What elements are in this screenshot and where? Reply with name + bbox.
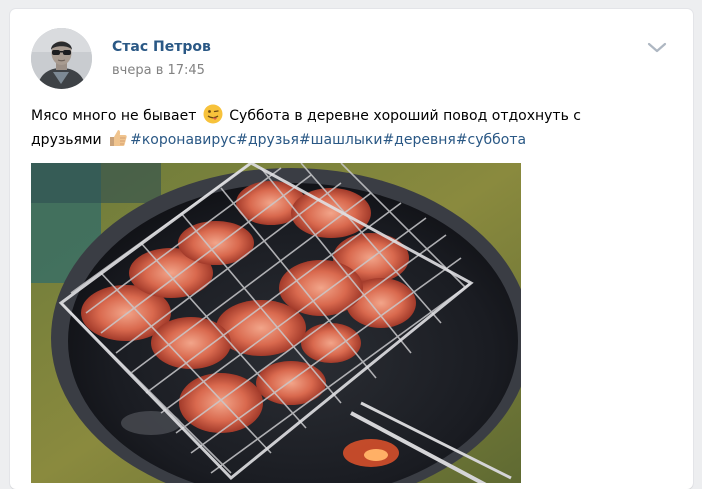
post-text-line2: друзьями [31,132,102,148]
post-card: Стас Петров вчера в 17:45 Мясо много не … [10,9,693,489]
hashtag-link[interactable]: #суббота [456,132,526,148]
avatar-photo [31,28,92,89]
winking-tongue-emoji [203,104,223,124]
post-text-line1-cont: Суббота в деревне хороший повод отдохнут… [229,108,581,124]
author-name[interactable]: Стас Петров [112,39,211,55]
author-avatar[interactable] [31,28,92,89]
grill-photo [31,163,521,483]
thumbs-up-emoji [108,128,128,148]
hashtag-link[interactable]: #деревня [382,132,455,148]
post-menu-button[interactable] [647,40,667,54]
post-date[interactable]: вчера в 17:45 [112,63,205,78]
hashtag-link[interactable]: #коронавирус [130,132,236,148]
post-text-line1: Мясо много не бывает [31,108,197,124]
chevron-down-icon [647,42,667,53]
post-photo[interactable] [31,163,521,483]
hashtag-link[interactable]: #шашлыки [299,132,383,148]
hashtag-link[interactable]: #друзья [236,132,299,148]
post-text: Мясо много не бывает Суббота в деревне х… [31,104,611,152]
